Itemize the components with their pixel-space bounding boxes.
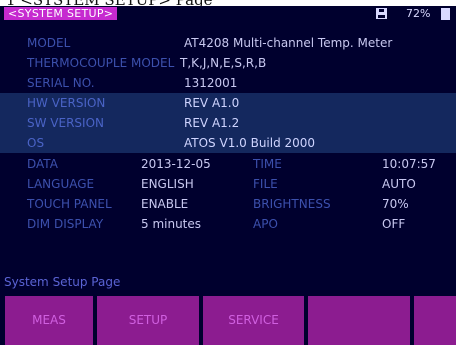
- thermocouple-label: THERMOCOUPLE MODEL: [27, 56, 175, 70]
- serial-label: SERIAL NO.: [27, 76, 95, 90]
- status-line: System Setup Page: [4, 275, 121, 289]
- model-row: MODEL AT4208 Multi-channel Temp. Meter: [0, 33, 456, 53]
- model-value: AT4208 Multi-channel Temp. Meter: [184, 36, 393, 50]
- os-value: ATOS V1.0 Build 2000: [184, 136, 316, 150]
- sw-version-label: SW VERSION: [27, 116, 105, 130]
- touch-panel-value[interactable]: ENABLE: [141, 194, 188, 214]
- battery-icon: [441, 8, 450, 20]
- softkey-5[interactable]: [414, 296, 456, 345]
- time-value[interactable]: 10:07:57: [382, 154, 436, 174]
- sw-version-row: SW VERSION REV A1.2: [0, 113, 456, 133]
- dim-display-label: DIM DISPLAY: [27, 217, 104, 231]
- data-label: DATA: [27, 157, 58, 171]
- sw-version-value: REV A1.2: [184, 116, 240, 130]
- save-icon[interactable]: [376, 8, 387, 19]
- softkey-4[interactable]: [308, 296, 410, 345]
- language-value[interactable]: ENGLISH: [141, 174, 194, 194]
- brightness-label: BRIGHTNESS: [253, 197, 331, 211]
- apo-label: APO: [253, 217, 278, 231]
- hw-version-row: HW VERSION REV A1.0: [0, 93, 456, 113]
- model-label: MODEL: [27, 36, 71, 50]
- language-file-row: LANGUAGE ENGLISH FILE AUTO: [0, 174, 456, 194]
- hw-version-label: HW VERSION: [27, 96, 106, 110]
- hw-version-value: REV A1.0: [184, 96, 240, 110]
- date-time-row: DATA 2013-12-05 TIME 10:07:57: [0, 154, 456, 174]
- date-value[interactable]: 2013-12-05: [141, 154, 211, 174]
- dim-display-value[interactable]: 5 minutes: [141, 214, 201, 234]
- title-bar: <SYSTEM SETUP> 72%: [0, 6, 456, 21]
- time-label: TIME: [253, 157, 282, 171]
- touch-panel-label: TOUCH PANEL: [27, 197, 112, 211]
- file-value[interactable]: AUTO: [382, 174, 416, 194]
- battery-percentage: 72%: [406, 7, 431, 20]
- os-label: OS: [27, 136, 45, 150]
- brightness-value[interactable]: 70%: [382, 194, 409, 214]
- softkey-service[interactable]: SERVICE: [203, 296, 304, 345]
- softkey-meas[interactable]: MEAS: [5, 296, 93, 345]
- touch-brightness-row: TOUCH PANEL ENABLE BRIGHTNESS 70%: [0, 194, 456, 214]
- thermocouple-value: T,K,J,N,E,S,R,B: [180, 56, 267, 70]
- thermocouple-row: THERMOCOUPLE MODEL T,K,J,N,E,S,R,B: [0, 53, 456, 73]
- serial-row: SERIAL NO. 1312001: [0, 73, 456, 93]
- instrument-screen: <SYSTEM SETUP> 72% MODEL AT4208 Multi-ch…: [0, 6, 456, 345]
- os-row: OS ATOS V1.0 Build 2000: [0, 133, 456, 153]
- apo-value[interactable]: OFF: [382, 214, 405, 234]
- page-title: <SYSTEM SETUP>: [4, 7, 118, 20]
- file-label: FILE: [253, 177, 278, 191]
- softkey-bar: MEAS SETUP SERVICE: [0, 294, 456, 345]
- softkey-setup[interactable]: SETUP: [97, 296, 199, 345]
- serial-value: 1312001: [184, 76, 238, 90]
- language-label: LANGUAGE: [27, 177, 95, 191]
- dim-apo-row: DIM DISPLAY 5 minutes APO OFF: [0, 214, 456, 234]
